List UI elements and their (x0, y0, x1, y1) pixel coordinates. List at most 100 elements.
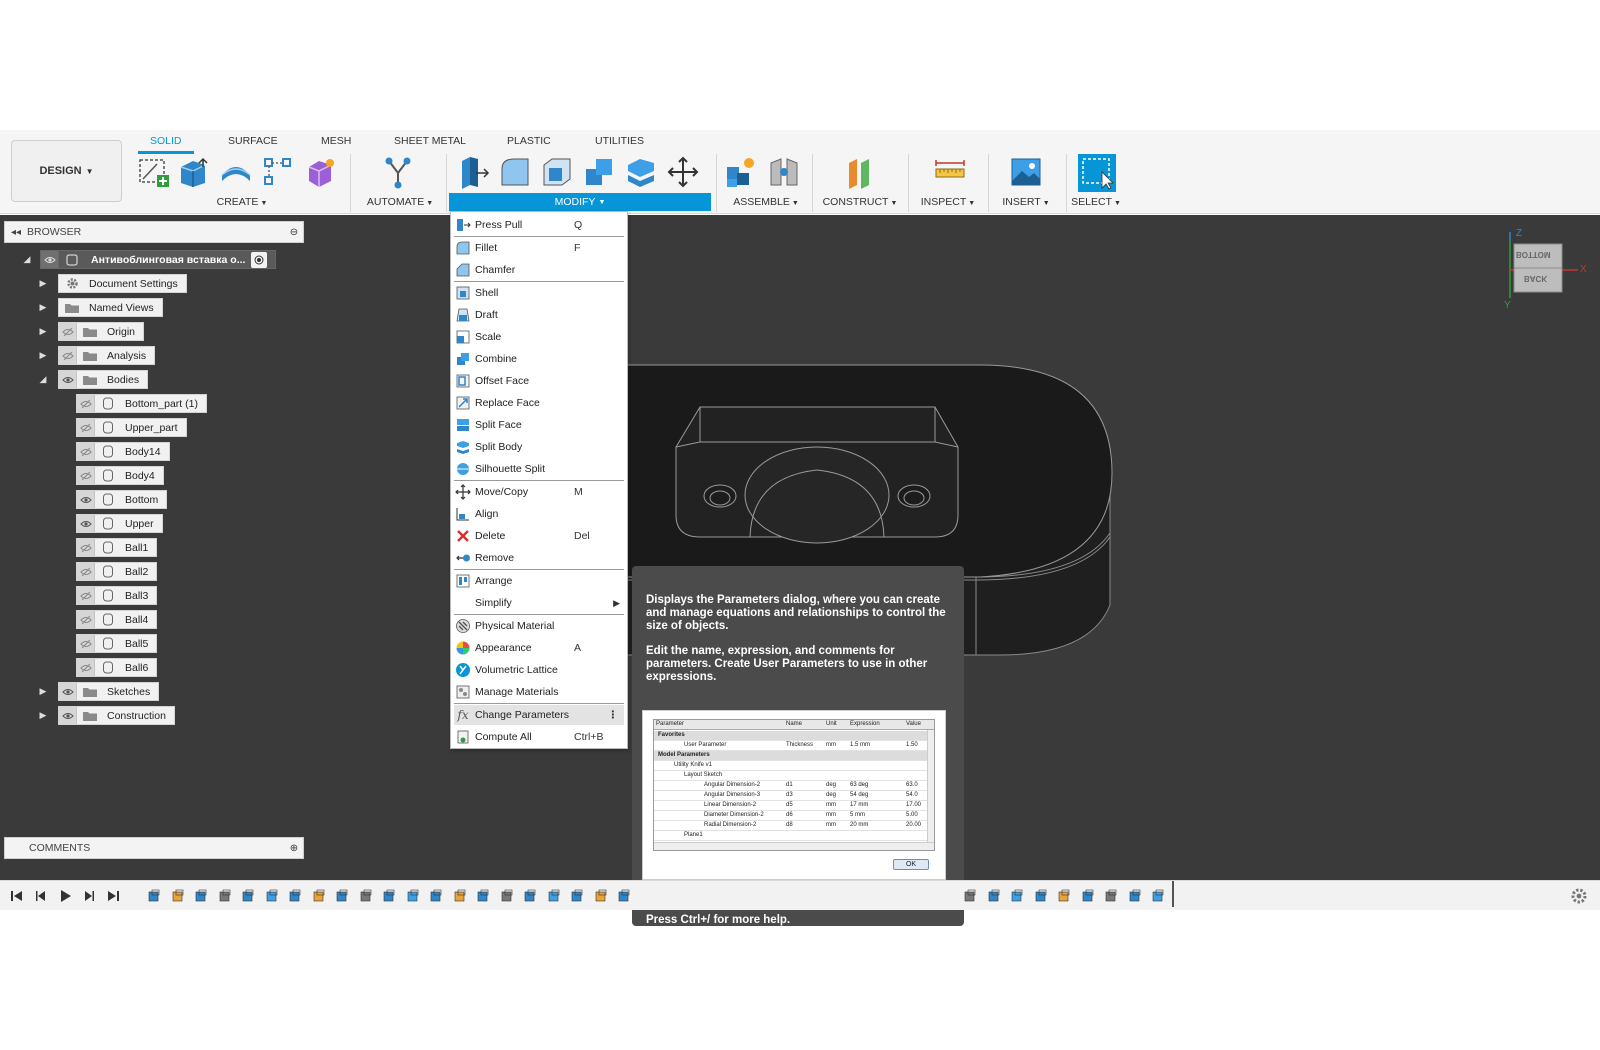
browser-node-origin[interactable]: Origin (58, 322, 145, 341)
viewcube[interactable]: BOTTOM BACK X Y Z (1500, 228, 1590, 320)
body-item[interactable]: Ball4 (76, 610, 158, 629)
eye-hidden-icon[interactable] (77, 611, 95, 628)
body-item[interactable]: Upper (76, 514, 163, 533)
extrude-icon[interactable] (176, 154, 212, 190)
timeline-feature-icon[interactable] (1127, 888, 1143, 904)
body-item[interactable]: Upper_part (76, 418, 187, 437)
browser-panel-header[interactable]: ◂◂ BROWSER ⊖ (4, 221, 304, 243)
timeline-feature-icon[interactable] (475, 888, 491, 904)
body-item[interactable]: Ball2 (76, 562, 158, 581)
menu-item-remove[interactable]: Remove (454, 548, 624, 568)
browser-node-named-views[interactable]: Named Views (58, 298, 163, 317)
expanded-arrow-icon[interactable]: ◢ (22, 250, 32, 269)
timeline-feature-icon[interactable] (499, 888, 515, 904)
browser-root-node[interactable]: Антивоблинговая вставка о... (40, 250, 277, 269)
timeline-feature-icon[interactable] (546, 888, 562, 904)
menu-item-delete[interactable]: Delete Del (454, 526, 624, 546)
create-sketch-icon[interactable] (136, 154, 172, 190)
timeline-feature-icon[interactable] (1056, 888, 1072, 904)
menu-item-split-body[interactable]: Split Body (454, 437, 624, 457)
step-back-icon[interactable] (32, 887, 50, 905)
menu-item-physical-material[interactable]: Physical Material (454, 616, 624, 636)
select-group-label[interactable]: SELECT ▼ (1060, 196, 1132, 208)
play-icon[interactable] (56, 887, 74, 905)
collapsed-arrow-icon[interactable]: ▶ (38, 298, 48, 317)
construct-group-label[interactable]: CONSTRUCT ▼ (820, 196, 900, 208)
collapsed-arrow-icon[interactable]: ▶ (38, 706, 48, 725)
eye-hidden-icon[interactable] (77, 635, 95, 652)
collapsed-arrow-icon[interactable]: ▶ (38, 274, 48, 293)
timeline-feature-icon[interactable] (381, 888, 397, 904)
automate-icon[interactable] (380, 154, 416, 190)
body-item[interactable]: Ball3 (76, 586, 158, 605)
create-group-label[interactable]: CREATE ▼ (207, 196, 277, 208)
step-forward-icon[interactable] (80, 887, 98, 905)
timeline-feature-icon[interactable] (146, 888, 162, 904)
timeline-feature-icon[interactable] (1009, 888, 1025, 904)
menu-item-appearance[interactable]: Appearance A (454, 638, 624, 658)
comments-panel-header[interactable]: COMMENTS ⊕ (4, 837, 304, 859)
revolve-icon[interactable] (218, 154, 254, 190)
timeline-feature-icon[interactable] (522, 888, 538, 904)
timeline-marker[interactable] (1172, 881, 1174, 907)
automate-group-label[interactable]: AUTOMATE ▼ (360, 196, 440, 208)
shell-tool-icon[interactable] (539, 154, 575, 190)
assemble-group-label[interactable]: ASSEMBLE ▼ (726, 196, 806, 208)
eye-hidden-icon[interactable] (77, 659, 95, 676)
measure-icon[interactable] (932, 154, 968, 190)
tab-plastic[interactable]: PLASTIC (507, 135, 551, 151)
eye-hidden-icon[interactable] (59, 323, 77, 340)
timeline-feature-icon[interactable] (1033, 888, 1049, 904)
timeline-feature-icon[interactable] (334, 888, 350, 904)
collapsed-arrow-icon[interactable]: ▶ (38, 322, 48, 341)
select-tool-icon[interactable] (1078, 154, 1116, 192)
timeline-settings-gear-icon[interactable] (1570, 887, 1588, 905)
workspace-switcher-button[interactable]: DESIGN ▼ (11, 140, 122, 202)
fillet-tool-icon[interactable] (497, 154, 533, 190)
eye-icon[interactable] (77, 491, 95, 508)
timeline-feature-icon[interactable] (428, 888, 444, 904)
viewcube-face-top[interactable]: BOTTOM (1516, 250, 1551, 259)
eye-hidden-icon[interactable] (77, 419, 95, 436)
timeline-feature-icon[interactable] (1103, 888, 1119, 904)
timeline-feature-icon[interactable] (170, 888, 186, 904)
menu-item-replace-face[interactable]: Replace Face (454, 393, 624, 413)
timeline-feature-icon[interactable] (1150, 888, 1166, 904)
menu-item-silhouette-split[interactable]: Silhouette Split (454, 459, 624, 479)
timeline-feature-icon[interactable] (240, 888, 256, 904)
offset-plane-icon[interactable] (842, 154, 878, 190)
eye-icon[interactable] (77, 515, 95, 532)
eye-hidden-icon[interactable] (59, 347, 77, 364)
menu-item-chamfer[interactable]: Chamfer (454, 260, 624, 280)
eye-hidden-icon[interactable] (77, 467, 95, 484)
body-item[interactable]: Bottom (76, 490, 168, 509)
expanded-arrow-icon[interactable]: ◢ (38, 370, 48, 389)
press-pull-tool-icon[interactable] (455, 154, 491, 190)
menu-item-draft[interactable]: Draft (454, 305, 624, 325)
timeline-feature-icon[interactable] (569, 888, 585, 904)
browser-node-document-settings[interactable]: Document Settings (58, 274, 187, 293)
timeline-feature-icon[interactable] (358, 888, 374, 904)
menu-item-change-parameters[interactable]: fx Change Parameters ⋮ (454, 705, 624, 725)
combine-tool-icon[interactable] (581, 154, 617, 190)
body-item[interactable]: Ball1 (76, 538, 158, 557)
body-item[interactable]: Body4 (76, 466, 164, 485)
menu-item-offset-face[interactable]: Offset Face (454, 371, 624, 391)
menu-item-combine[interactable]: Combine (454, 349, 624, 369)
menu-item-shell[interactable]: Shell (454, 283, 624, 303)
go-to-start-icon[interactable] (8, 887, 26, 905)
menu-item-fillet[interactable]: Fillet F (454, 238, 624, 258)
panel-options-icon[interactable]: ⊖ (285, 227, 303, 238)
move-copy-tool-icon[interactable] (665, 154, 701, 190)
body-item[interactable]: Bottom_part (1) (76, 394, 207, 413)
timeline-feature-icon[interactable] (193, 888, 209, 904)
add-comment-icon[interactable]: ⊕ (285, 843, 303, 854)
activate-radio-icon[interactable] (251, 251, 268, 268)
joint-icon[interactable] (766, 154, 802, 190)
collapse-panel-icon[interactable]: ◂◂ (5, 227, 27, 238)
go-to-end-icon[interactable] (104, 887, 122, 905)
timeline-feature-icon[interactable] (593, 888, 609, 904)
menu-item-manage-materials[interactable]: Manage Materials (454, 682, 624, 702)
timeline-feature-icon[interactable] (616, 888, 632, 904)
eye-icon[interactable] (59, 707, 77, 724)
